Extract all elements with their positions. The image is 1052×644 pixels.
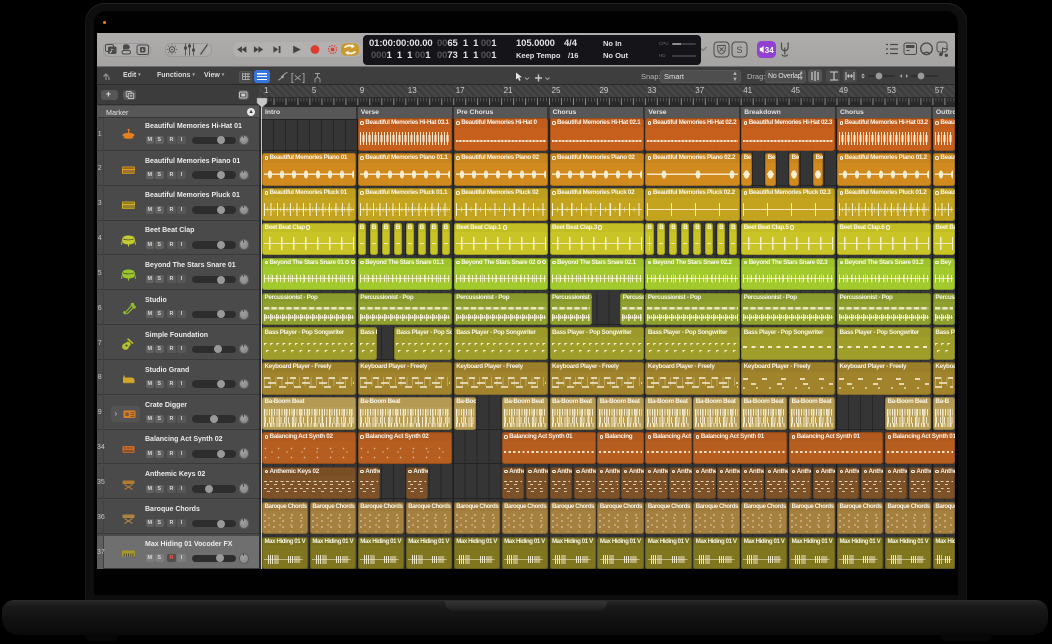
svg-text:S: S (736, 45, 742, 55)
svg-text:34: 34 (765, 46, 774, 55)
